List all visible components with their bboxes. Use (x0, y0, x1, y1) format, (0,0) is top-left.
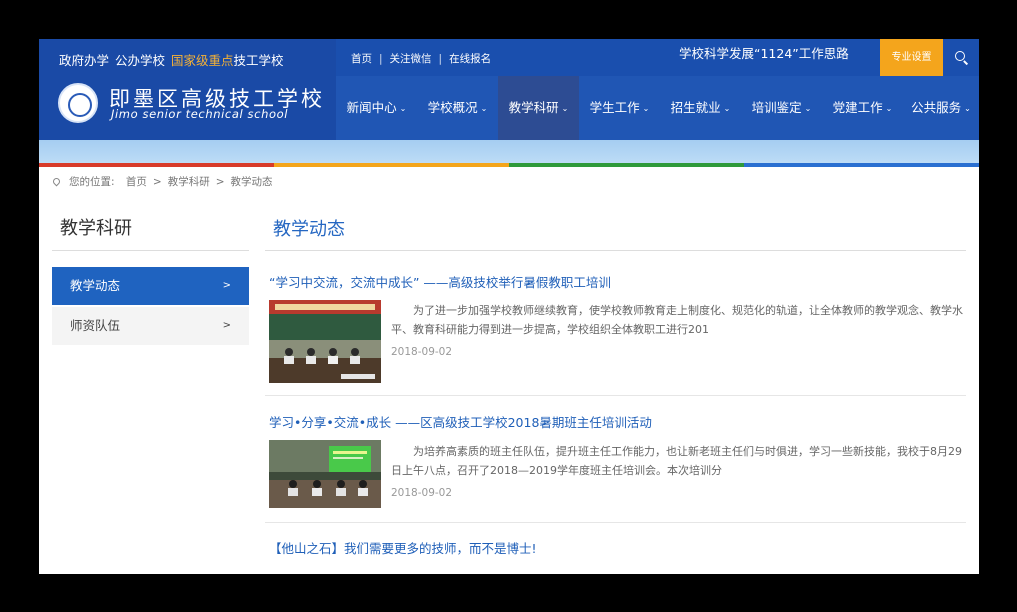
page-title: 教学动态 (273, 219, 345, 240)
article-date: 2018-09-02 (391, 346, 453, 358)
site-header: 政府办学 公办学校 国家级重点技工学校 即墨区高级技工学校 Jimo senior … (39, 39, 979, 140)
sidebar-divider (52, 250, 249, 251)
chevron-down-icon: ⌄ (480, 104, 488, 113)
chevron-down-icon: ⌄ (399, 104, 407, 113)
brand-tagline: 政府办学 公办学校 国家级重点技工学校 (59, 53, 284, 68)
chevron-down-icon: ⌄ (804, 104, 812, 113)
color-bar-blue (744, 163, 979, 167)
nav-teaching-research[interactable]: 教学科研 ⌄ (498, 76, 579, 140)
chevron-down-icon: ⌄ (964, 104, 971, 113)
nav-news[interactable]: 新闻中心 ⌄ (336, 76, 417, 140)
school-slogan[interactable]: 学校科学发展“1124”工作思路 (679, 43, 849, 62)
article-date: 2018-09-02 (391, 487, 453, 499)
nav-public-service[interactable]: 公共服务 ⌄ (903, 76, 979, 140)
color-bar-orange (274, 163, 509, 167)
location-pin-icon (51, 176, 62, 187)
banner-strip (39, 140, 979, 163)
chevron-down-icon: ⌄ (561, 104, 569, 113)
school-emblem-icon (58, 83, 98, 123)
article-summary: 为了进一步加强学校教师继续教育，使学校教师教育走上制度化、规范化的轨道，让全体教… (391, 304, 963, 336)
article-title[interactable]: “学习中交流，交流中成长” ——高级技校举行暑假教职工培训 (269, 272, 611, 291)
toplink-home[interactable]: 首页 (351, 53, 372, 65)
breadcrumb: 您的位置: 首页 > 教学科研 > 教学动态 (51, 174, 273, 189)
article-title[interactable]: 学习•分享•交流•成长 ——区高级技工学校2018暑期班主任培训活动 (269, 412, 652, 431)
sidebar-item-faculty[interactable]: 师资队伍 > (52, 307, 249, 345)
chevron-down-icon: ⌄ (885, 104, 893, 113)
article-title[interactable]: 【他山之石】我们需要更多的技师，而不是博士! (269, 538, 537, 557)
nav-party-building[interactable]: 党建工作 ⌄ (822, 76, 903, 140)
title-divider (265, 250, 966, 251)
nav-training[interactable]: 培训鉴定 ⌄ (741, 76, 822, 140)
article-photo (269, 440, 381, 508)
sidebar-item-teaching-news[interactable]: 教学动态 > (52, 267, 249, 305)
professional-settings-button[interactable]: 专业设置 (880, 39, 943, 76)
article-thumbnail[interactable] (269, 440, 381, 508)
breadcrumb-teaching-research[interactable]: 教学科研 (168, 176, 210, 188)
nav-student-work[interactable]: 学生工作 ⌄ (579, 76, 660, 140)
school-name-en: Jimo senior technical school (111, 107, 289, 121)
breadcrumb-home[interactable]: 首页 (126, 176, 147, 188)
nav-admissions[interactable]: 招生就业 ⌄ (660, 76, 741, 140)
article-summary: 为培养高素质的班主任队伍，提升班主任工作能力，也让新老班主任们与时俱进，学习一些… (391, 445, 962, 477)
device-frame: 政府办学 公办学校 国家级重点技工学校 即墨区高级技工学校 Jimo senior … (0, 0, 1017, 612)
sidebar-title: 教学科研 (60, 218, 132, 239)
chevron-down-icon: ⌄ (723, 104, 731, 113)
toplink-wechat[interactable]: 关注微信 (390, 53, 432, 65)
color-bar-green (509, 163, 744, 167)
top-links: 首页 | 关注微信 | 在线报名 (351, 53, 492, 65)
article-divider (265, 522, 966, 523)
search-button[interactable] (943, 39, 979, 76)
article-divider (265, 395, 966, 396)
breadcrumb-current[interactable]: 教学动态 (231, 176, 273, 188)
chevron-right-icon: > (222, 280, 231, 291)
chevron-down-icon: ⌄ (642, 104, 650, 113)
main-nav: 新闻中心 ⌄ 学校概况 ⌄ 教学科研 ⌄ 学生工作 ⌄ 招生就业 ⌄ 培训鉴定 ⌄ 党建工作… (336, 76, 979, 140)
color-bar-red (39, 163, 274, 167)
toplink-register[interactable]: 在线报名 (449, 53, 491, 65)
article-thumbnail[interactable] (269, 300, 381, 383)
chevron-right-icon: > (222, 320, 231, 331)
nav-about[interactable]: 学校概况 ⌄ (417, 76, 498, 140)
browser-viewport: 政府办学 公办学校 国家级重点技工学校 即墨区高级技工学校 Jimo senior … (39, 39, 979, 574)
article-photo (269, 300, 381, 383)
brand-area[interactable]: 政府办学 公办学校 国家级重点技工学校 即墨区高级技工学校 Jimo senior … (39, 39, 336, 140)
